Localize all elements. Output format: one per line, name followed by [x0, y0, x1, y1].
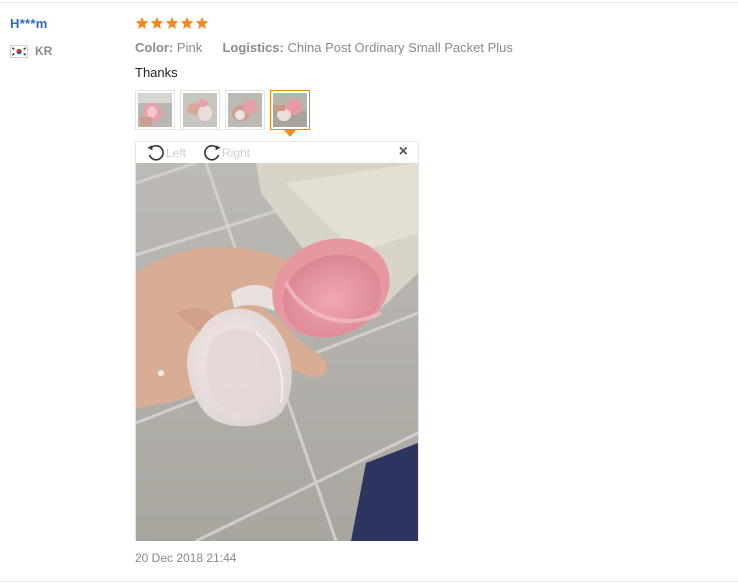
- thumbnail-image: [228, 93, 262, 127]
- thumbnail-image: [183, 93, 217, 127]
- reviewer-info: H***m KR: [10, 16, 52, 58]
- star-icon: [165, 16, 179, 29]
- thumbnail-2[interactable]: [180, 90, 220, 130]
- photo-thumbnails: [135, 90, 310, 137]
- review-text: Thanks: [135, 65, 178, 80]
- rotate-right-button[interactable]: Right: [202, 144, 250, 162]
- color-value: Pink: [176, 40, 203, 55]
- rotate-left-label: Left: [166, 146, 187, 160]
- bottom-divider: [0, 581, 738, 582]
- thumbnail-3[interactable]: [225, 90, 265, 130]
- color-key: Color:: [135, 40, 174, 55]
- thumbnail-1[interactable]: [135, 90, 175, 130]
- country-code: KR: [35, 44, 53, 58]
- star-icon: [180, 16, 194, 29]
- photo-viewer: Left Right ×: [135, 141, 419, 541]
- rotate-left-button[interactable]: Left: [146, 144, 186, 162]
- korea-flag-icon: [10, 44, 28, 58]
- thumbnail-4-selected[interactable]: [270, 90, 310, 137]
- order-attributes: Color: Pink Logistics: China Post Ordina…: [135, 40, 513, 55]
- star-icon: [150, 16, 164, 29]
- rotate-left-icon: [147, 144, 164, 161]
- review-photo: [136, 163, 418, 541]
- star-icon: [135, 16, 149, 29]
- review-date: 20 Dec 2018 21:44: [135, 551, 237, 565]
- reviewer-country: KR: [10, 44, 52, 58]
- rotate-right-label: Right: [222, 146, 251, 160]
- reviewer-name[interactable]: H***m: [10, 16, 48, 31]
- logistics-value: China Post Ordinary Small Packet Plus: [287, 40, 513, 55]
- thumbnail-image: [273, 93, 307, 127]
- top-divider: [0, 2, 738, 3]
- logistics-key: Logistics:: [222, 40, 284, 55]
- selected-indicator-caret: [284, 130, 296, 137]
- close-icon[interactable]: ×: [399, 144, 408, 160]
- thumbnail-image: [138, 93, 172, 127]
- star-icon: [195, 16, 209, 29]
- viewer-toolbar: Left Right ×: [136, 142, 418, 163]
- rotate-right-icon: [204, 144, 221, 161]
- star-rating: [135, 16, 209, 30]
